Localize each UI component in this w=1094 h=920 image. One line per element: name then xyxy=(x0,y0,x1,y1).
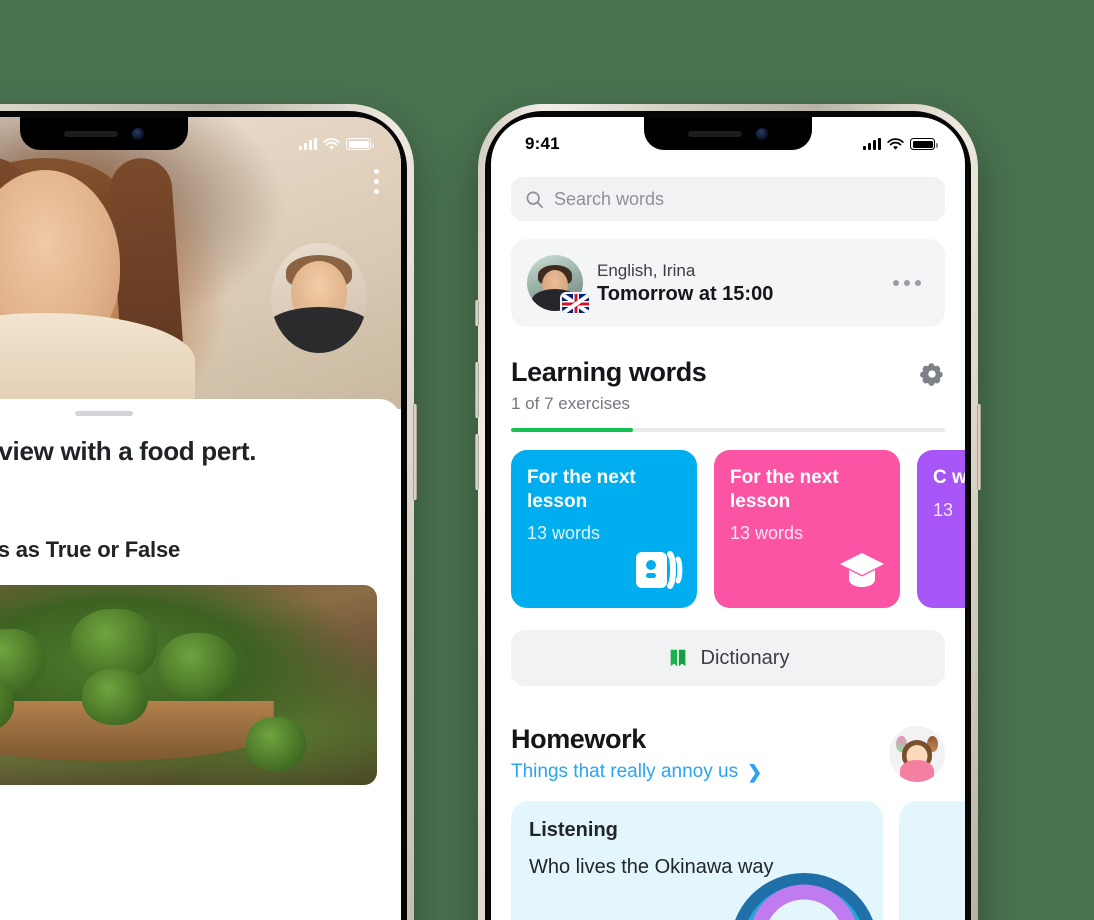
learning-words-titles: Learning words 1 of 7 exercises xyxy=(511,357,707,414)
progress-fill xyxy=(511,428,633,432)
exercise-progress-label: 1 of 7 exercises xyxy=(511,394,631,413)
word-cards-row[interactable]: For the next lesson 13 words For the nex… xyxy=(511,450,965,608)
photo-floret xyxy=(158,633,237,700)
word-card[interactable]: For the next lesson 13 words xyxy=(511,450,697,608)
dictionary-button[interactable]: Dictionary xyxy=(511,630,945,686)
lesson-sheet: ten to an interview with a food pert. 0 … xyxy=(0,399,401,920)
photo-floret xyxy=(0,629,45,692)
uk-flag-icon xyxy=(562,294,589,313)
word-card-count: 13 words xyxy=(730,523,804,544)
speaker-grille-icon xyxy=(64,130,118,137)
homework-card[interactable]: Listening Who lives the Okinawa way xyxy=(511,801,883,920)
next-lesson-subtitle: English, Irina xyxy=(597,260,696,280)
next-lesson-title: Tomorrow at 15:00 xyxy=(597,282,774,305)
homework-link[interactable]: Things that really annoy us ❯ xyxy=(511,761,762,783)
volume-down-button[interactable] xyxy=(475,434,479,490)
lesson-task: rk the statements as True or False xyxy=(0,537,181,563)
homework-header: Homework Things that really annoy us ❯ xyxy=(511,724,945,783)
volume-up-button[interactable] xyxy=(475,362,479,418)
left-phone-mockup: 20 ten to an interview with a food p xyxy=(0,104,417,920)
left-phone-notch xyxy=(20,117,188,150)
photo-floret xyxy=(82,669,149,726)
flashcards-icon xyxy=(635,549,683,596)
right-phone-screen: 9:41 Search words English, Irina Tomorro… xyxy=(491,117,965,920)
lesson-duration: 0 min xyxy=(0,481,377,501)
exercise-progress-bar xyxy=(511,428,945,432)
homework-titles: Homework Things that really annoy us ❯ xyxy=(511,724,762,783)
front-camera-icon xyxy=(756,127,768,140)
homework-card-partial[interactable] xyxy=(899,801,965,920)
broccoli-bowl-photo xyxy=(0,585,377,786)
homework-cards-row[interactable]: Listening Who lives the Okinawa way xyxy=(511,801,965,920)
kebab-menu-icon[interactable] xyxy=(374,169,379,194)
page-title: Learning words xyxy=(511,357,707,387)
speaker-grille-icon xyxy=(688,130,742,137)
book-icon xyxy=(670,649,685,667)
word-card-title: For the next lesson xyxy=(527,467,636,512)
lesson-title: ten to an interview with a food pert. xyxy=(0,436,257,466)
right-phone-mockup: 9:41 Search words English, Irina Tomorro… xyxy=(475,104,981,920)
word-card[interactable]: C w 13 xyxy=(917,450,965,608)
sheet-grabber[interactable] xyxy=(75,411,133,416)
app-content: Search words English, Irina Tomorrow at … xyxy=(491,117,965,920)
search-input[interactable]: Search words xyxy=(511,177,945,221)
headphones-illustration xyxy=(735,873,873,920)
chevron-right-icon: ❯ xyxy=(747,761,763,782)
next-lesson-text: English, Irina Tomorrow at 15:00 xyxy=(597,261,871,306)
word-card-title: C w xyxy=(933,467,965,488)
graduation-cap-icon xyxy=(838,549,886,596)
left-phone-screen: 20 ten to an interview with a food p xyxy=(0,117,401,920)
self-view-body xyxy=(271,307,367,353)
word-card[interactable]: For the next lesson 13 words xyxy=(714,450,900,608)
left-phone-volume-buttons[interactable] xyxy=(413,404,417,500)
learning-words-header: Learning words 1 of 7 exercises xyxy=(511,357,945,414)
power-button[interactable] xyxy=(977,404,981,490)
video-call-view xyxy=(0,117,401,409)
front-camera-icon xyxy=(132,127,144,140)
homework-title: Homework xyxy=(511,724,646,754)
more-horizontal-icon[interactable] xyxy=(885,272,929,294)
next-lesson-card[interactable]: English, Irina Tomorrow at 15:00 xyxy=(511,239,945,327)
video-call-self-view[interactable] xyxy=(271,243,367,353)
word-card-count: 13 words xyxy=(527,523,601,544)
tutor-avatar xyxy=(527,255,589,313)
photo-floret xyxy=(245,717,306,772)
gear-icon[interactable] xyxy=(919,361,945,387)
screenshot-canvas: 20 ten to an interview with a food p xyxy=(0,0,1094,920)
word-card-count: 13 xyxy=(933,499,954,520)
homework-link-label: Things that really annoy us xyxy=(511,761,739,782)
word-card-title: For the next lesson xyxy=(730,467,839,512)
avatar-dress xyxy=(900,759,934,782)
search-placeholder: Search words xyxy=(554,188,665,209)
student-avatar-icon xyxy=(889,725,945,782)
dictionary-label: Dictionary xyxy=(700,646,790,669)
mute-switch[interactable] xyxy=(475,300,479,326)
right-phone-notch xyxy=(644,117,812,150)
search-icon xyxy=(526,191,543,208)
